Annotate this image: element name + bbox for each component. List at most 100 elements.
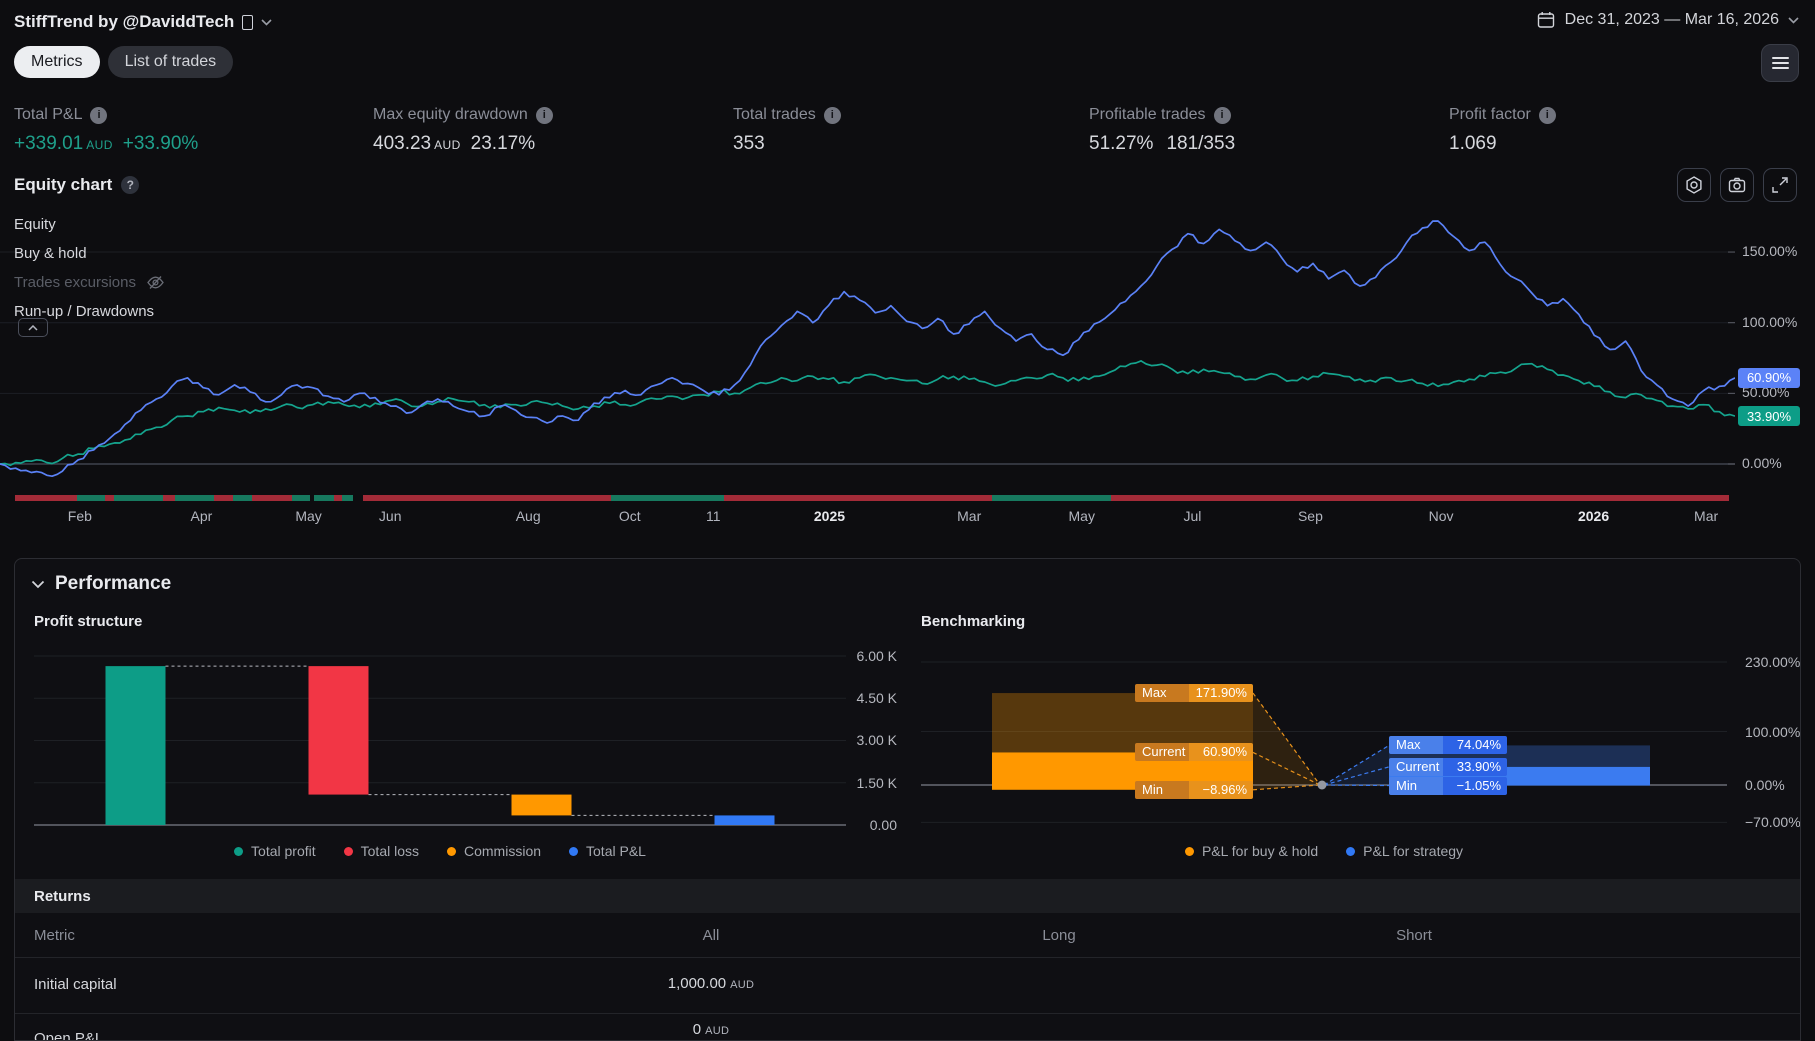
time-axis-label: Feb [67, 508, 92, 524]
chip-label: Min [1389, 776, 1443, 795]
equity-plot[interactable] [0, 205, 1735, 487]
performance-section: Performance Profit structure Benchmarkin… [14, 558, 1801, 1041]
column-long: Long [1042, 927, 1076, 944]
legend-dot-icon [234, 846, 244, 856]
time-axis-label: Aug [515, 508, 541, 524]
gear-icon [1686, 176, 1702, 194]
axis-tick-label: 0.00 [869, 817, 897, 833]
legend-label: P&L for buy & hold [1201, 843, 1319, 859]
strip-gap [0, 495, 15, 501]
axis-tick-label: 100.00% [1742, 313, 1798, 330]
benchmarking-legend: P&L for buy & hold P&L for strategy [921, 843, 1727, 859]
help-icon[interactable]: ? [121, 176, 140, 194]
trade-segment-red [162, 495, 175, 501]
panel-menu-button[interactable] [1761, 44, 1799, 82]
info-icon[interactable]: i [823, 106, 841, 124]
column-short: Short [1396, 927, 1432, 944]
profit-structure-legend: Total profit Total loss Commission Total P&… [34, 843, 846, 859]
returns-table-header: Metric All Long Short [15, 927, 1800, 949]
chevron-down-icon [261, 18, 272, 26]
fullscreen-button[interactable] [1763, 168, 1797, 202]
lock-icon [242, 14, 254, 30]
axis-tick-label: 230.00% [1745, 653, 1801, 670]
legend-dot-icon [1184, 846, 1194, 856]
time-axis-label: Oct [618, 508, 641, 524]
row-label-open-pnl: Open P&L [34, 1030, 104, 1041]
trade-segment-green [610, 495, 724, 501]
chart-settings-button[interactable] [1677, 168, 1711, 202]
time-axis-label: May [295, 508, 322, 524]
info-icon[interactable]: i [535, 106, 553, 124]
trade-segment-green [991, 495, 1111, 501]
equity-time-axis[interactable]: Feb Apr May Jun Aug Oct 11 2025 Mar May Jul Sep Nov 2… [0, 508, 1815, 528]
open-pnl-value: 0 AUD [692, 1021, 730, 1038]
equity-chart-toolbar [1677, 168, 1797, 202]
legend-item[interactable]: Total profit [234, 843, 316, 859]
trade-segment-red [15, 495, 77, 501]
legend-item[interactable]: P&L for strategy [1346, 843, 1463, 859]
time-axis-label: Jun [378, 508, 402, 524]
axis-tick-label: 3.00 K [856, 732, 897, 749]
legend-item[interactable]: Total loss [343, 843, 419, 859]
chip-value: 60.90% [1189, 743, 1253, 762]
legend-label: Total profit [251, 843, 316, 859]
legend-item-trades-excursions[interactable]: Trades excursions [14, 270, 165, 294]
time-axis-label: Nov [1428, 508, 1454, 524]
benchmarking-title: Benchmarking [921, 613, 1026, 630]
legend-dot-icon [447, 846, 456, 856]
tab-list-of-trades[interactable]: List of trades [107, 46, 234, 78]
trade-segment-red [252, 495, 292, 501]
divider [15, 957, 1800, 958]
trade-segment-green [232, 495, 253, 501]
range-chip: Max 171.90% [1135, 684, 1253, 703]
metric-profitable-trades: Profitable trades i 51.27% 181/353 [1089, 106, 1236, 154]
axis-tick-label: −70.00% [1745, 814, 1801, 831]
expand-icon [1772, 177, 1788, 193]
legend-label: Commission [464, 843, 542, 859]
axis-tick-label: 1.50 K [856, 774, 897, 791]
equity-chart-legend: Equity Buy & hold Trades excursions Run-… [14, 212, 165, 323]
info-icon[interactable]: i [1213, 106, 1231, 124]
legend-dot-icon [1346, 846, 1356, 856]
trade-segment-green [291, 495, 310, 501]
collapse-legend-button[interactable] [18, 318, 48, 337]
trade-segment-green [341, 495, 353, 501]
legend-item[interactable]: Commission [447, 843, 541, 859]
time-axis-label: 2025 [813, 508, 846, 524]
metric-max-drawdown: Max equity drawdown i 403.23 AUD 23.17% [373, 106, 553, 155]
axis-tick-label: 4.50 K [856, 690, 897, 707]
time-axis-label: 11 [706, 508, 721, 524]
trade-segment-red [213, 495, 233, 501]
profit-structure-chart[interactable] [34, 639, 846, 839]
view-tabs: Metrics List of trades [14, 46, 234, 78]
info-icon[interactable]: i [90, 106, 108, 124]
info-icon[interactable]: i [1538, 106, 1556, 124]
legend-item-equity[interactable]: Equity [14, 212, 165, 236]
returns-section-header[interactable]: Returns [15, 879, 1800, 913]
range-chip: Min −8.96% [1135, 780, 1253, 799]
column-metric: Metric [34, 927, 75, 944]
legend-item[interactable]: P&L for buy & hold [1184, 843, 1319, 859]
axis-tick-label: 150.00% [1742, 243, 1798, 260]
date-range-text: Dec 31, 2023 — Mar 16, 2026 [1564, 11, 1779, 28]
legend-item-buy-and-hold[interactable]: Buy & hold [14, 241, 165, 265]
chip-value: 33.90% [1443, 757, 1507, 776]
chip-value: −8.96% [1189, 780, 1253, 799]
trade-outcome-strip [0, 495, 1815, 501]
performance-header[interactable]: Performance [31, 573, 171, 595]
legend-item[interactable]: Total P&L [569, 843, 646, 859]
range-chip: Min −1.05% [1389, 776, 1507, 795]
benchmarking-chart[interactable] [921, 639, 1727, 839]
trade-segment-red [333, 495, 342, 501]
date-range-picker[interactable]: Dec 31, 2023 — Mar 16, 2026 [1536, 10, 1799, 30]
axis-tick-label: 6.00 K [856, 647, 897, 664]
trade-segment-green [313, 495, 334, 501]
metric-profit-factor: Profit factor i 1.069 [1449, 106, 1556, 155]
time-axis-label: Mar [957, 508, 982, 524]
snapshot-button[interactable] [1720, 168, 1754, 202]
strategy-title-row[interactable]: StiffTrend by @DaviddTech [14, 12, 272, 32]
legend-label: Total P&L [586, 843, 646, 859]
chip-value: 171.90% [1189, 684, 1253, 703]
tab-metrics[interactable]: Metrics [14, 46, 100, 78]
time-axis-label: Apr [190, 508, 213, 524]
